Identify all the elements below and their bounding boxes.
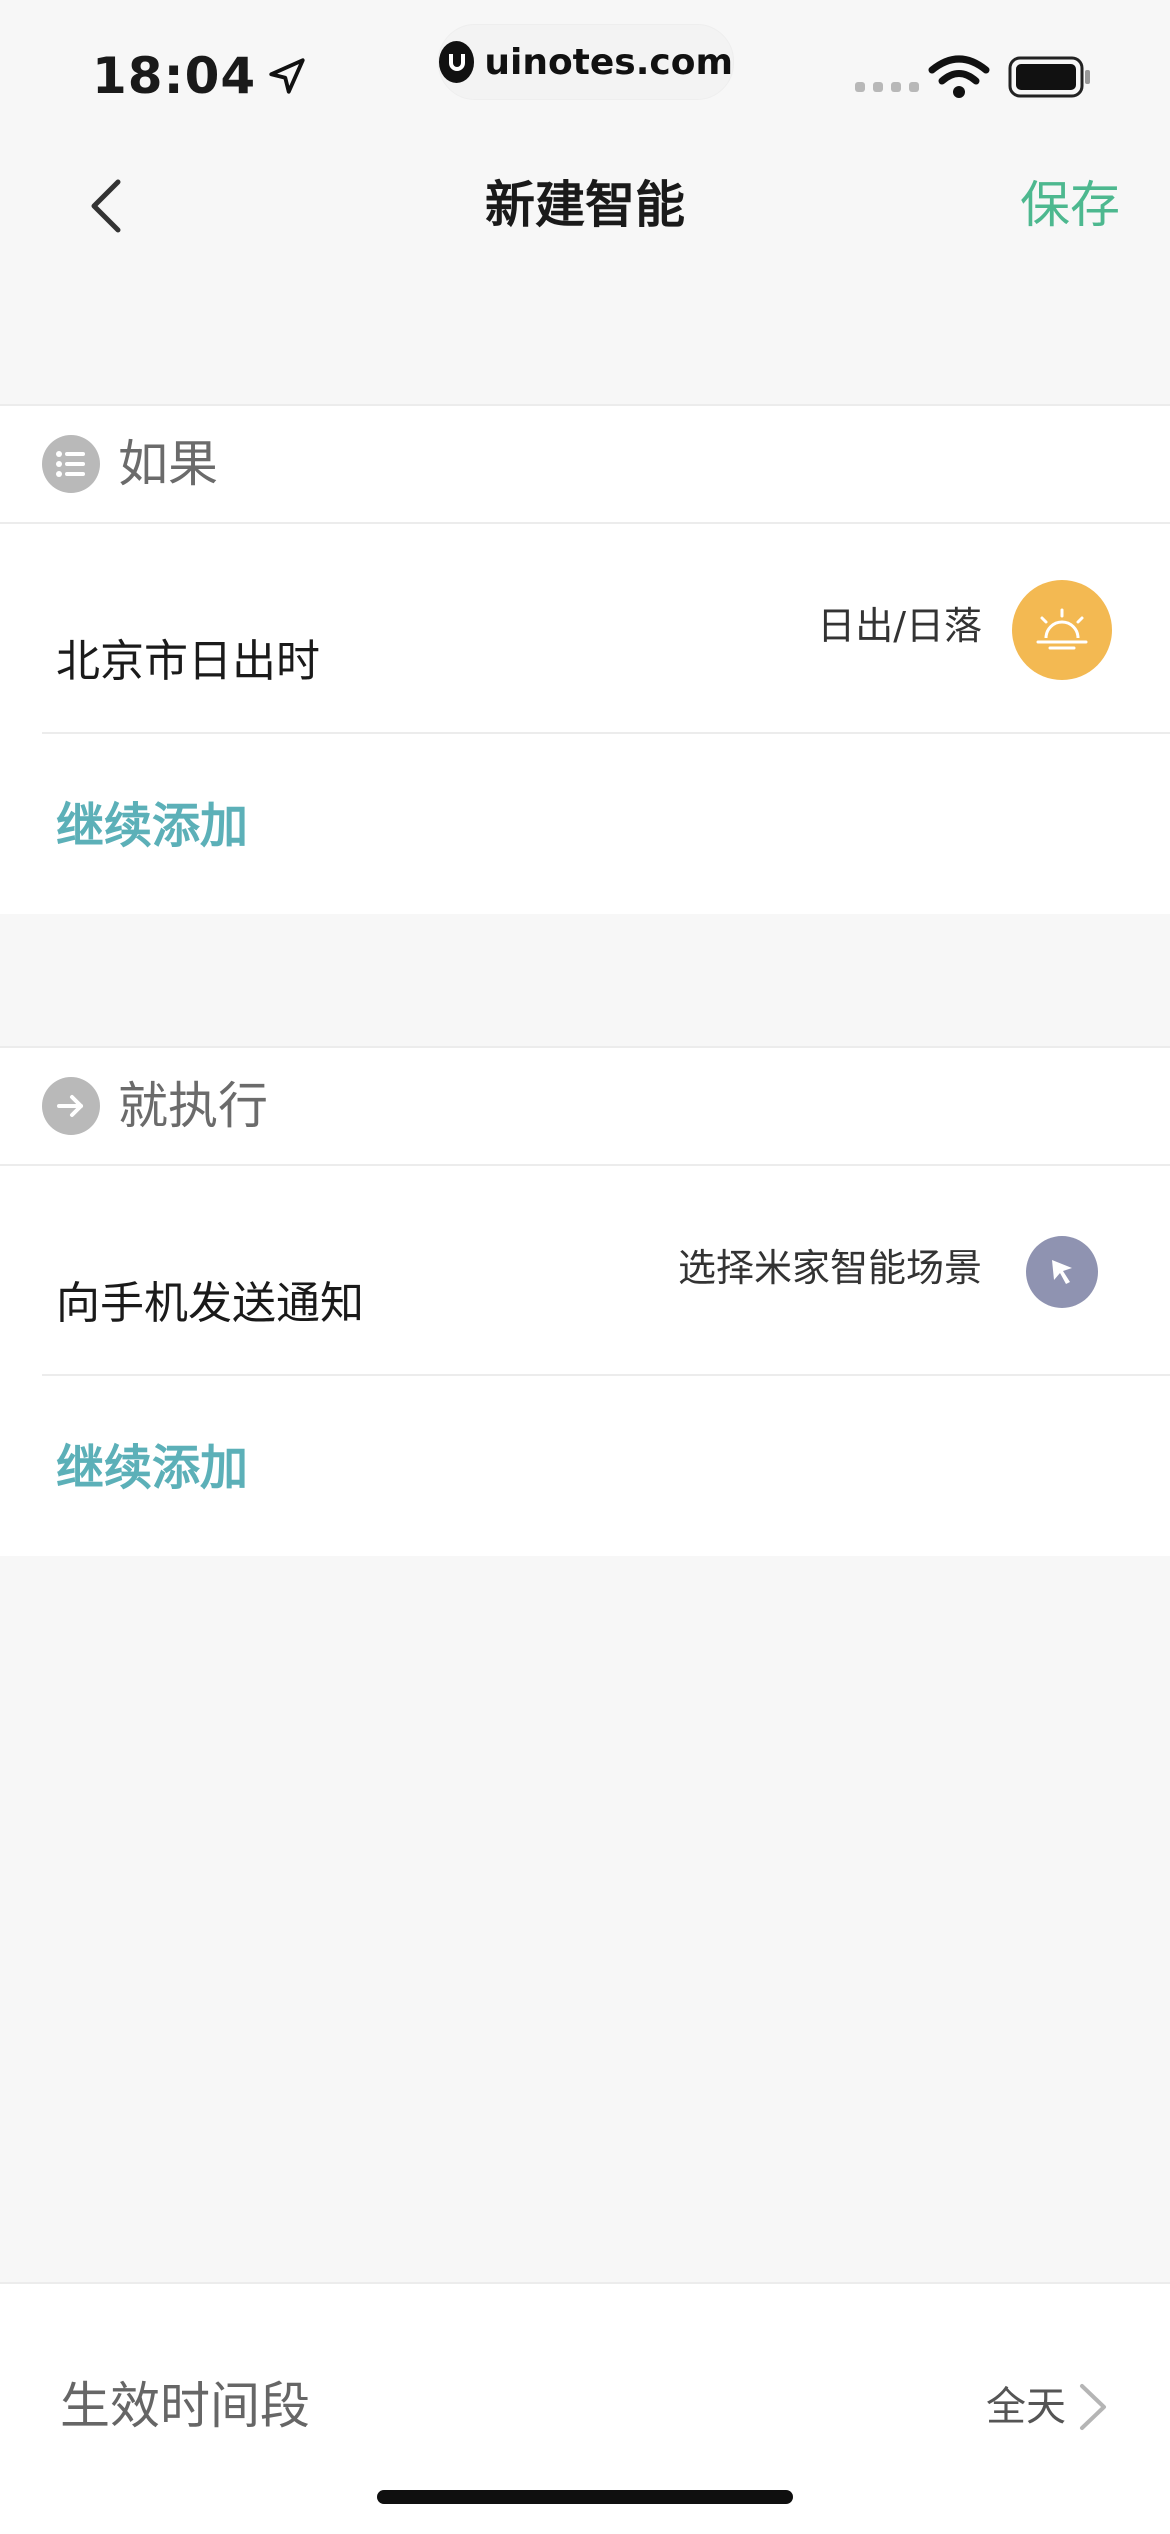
watermark-badge: uinotes.com <box>438 24 734 100</box>
cursor-icon <box>1026 1236 1098 1308</box>
wifi-icon <box>928 55 990 98</box>
then-section-header: 就执行 <box>0 1046 1170 1166</box>
action-label[interactable]: 向手机发送通知 <box>56 1274 364 1334</box>
page-title: 新建智能 <box>485 176 685 234</box>
then-action-card: 向手机发送通知 选择米家智能场景 继续添加 <box>0 1166 1170 1556</box>
sunrise-icon <box>1012 580 1112 680</box>
watermark-text: uinotes.com <box>484 41 733 83</box>
row-divider <box>42 732 1170 734</box>
status-bar-time-group: 18:04 <box>92 44 308 108</box>
arrow-right-icon <box>42 1077 100 1135</box>
battery-icon <box>1008 56 1090 98</box>
add-condition-link[interactable]: 继续添加 <box>56 794 248 858</box>
location-arrow-icon <box>269 58 305 94</box>
if-condition-card: 北京市日出时 日出/日落 继续添加 <box>0 524 1170 914</box>
status-time: 18:04 <box>92 47 257 105</box>
condition-type: 日出/日落 <box>817 604 982 648</box>
if-section-title: 如果 <box>118 435 218 493</box>
chevron-right-icon <box>1080 2384 1106 2430</box>
save-button[interactable]: 保存 <box>1020 170 1120 240</box>
condition-label[interactable]: 北京市日出时 <box>56 632 320 692</box>
row-divider <box>42 1374 1170 1376</box>
home-indicator[interactable] <box>377 2490 793 2504</box>
then-section-title: 就执行 <box>118 1077 268 1135</box>
add-action-link[interactable]: 继续添加 <box>56 1436 248 1500</box>
list-icon <box>42 435 100 493</box>
effective-period-value: 全天 <box>986 2384 1066 2430</box>
action-type: 选择米家智能场景 <box>677 1246 982 1290</box>
uinotes-logo-icon <box>439 41 475 83</box>
if-section-header: 如果 <box>0 404 1170 524</box>
effective-period-label: 生效时间段 <box>60 2377 310 2435</box>
cellular-signal-icon <box>855 82 919 92</box>
